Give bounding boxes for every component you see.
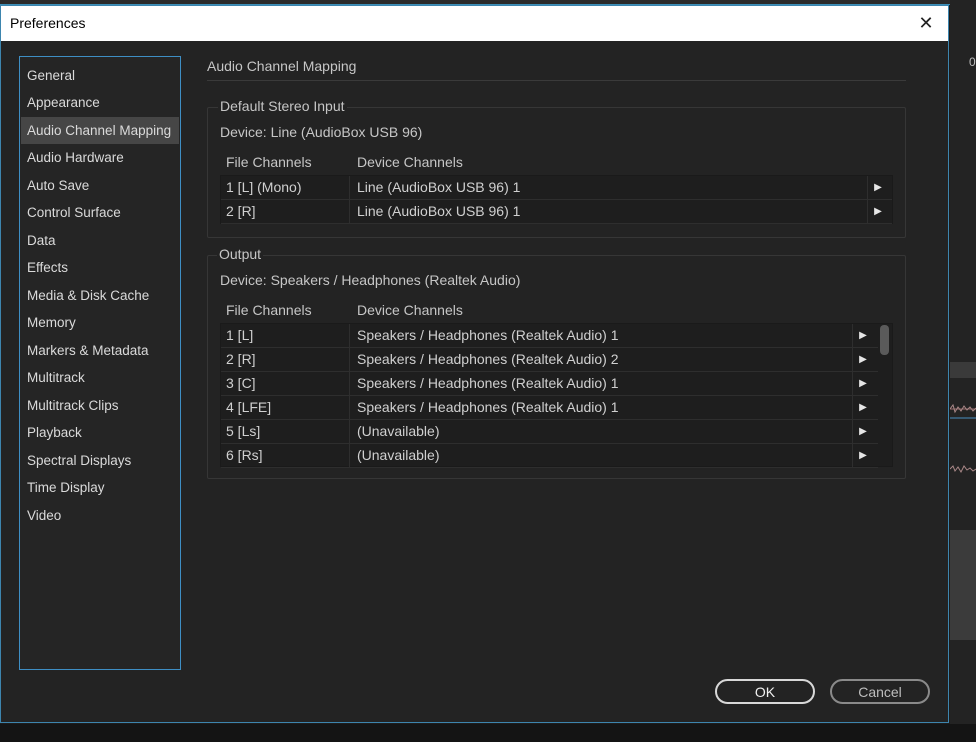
- background-waveform: [950, 403, 976, 419]
- background-panel: [950, 530, 976, 640]
- close-button[interactable]: ✕: [904, 6, 948, 41]
- column-divider: [852, 324, 853, 347]
- nav-item-auto-save[interactable]: Auto Save: [20, 172, 180, 199]
- title-bar: Preferences ✕: [1, 6, 948, 41]
- input-group-legend: Default Stereo Input: [218, 98, 347, 114]
- device-channel-cell: Line (AudioBox USB 96) 1: [357, 179, 521, 195]
- play-right-icon[interactable]: ▶: [869, 176, 887, 199]
- nav-item-media-disk-cache[interactable]: Media & Disk Cache: [20, 282, 180, 309]
- device-channel-cell: (Unavailable): [357, 447, 440, 463]
- device-channel-cell: Speakers / Headphones (Realtek Audio) 1: [357, 399, 619, 415]
- output-table-scrollbar[interactable]: [880, 325, 889, 355]
- nav-item-memory[interactable]: Memory: [20, 309, 180, 336]
- background-waveform: [950, 465, 976, 474]
- output-group-legend: Output: [217, 246, 264, 262]
- close-icon: ✕: [918, 13, 934, 33]
- mapping-row[interactable]: 2 [R] Speakers / Headphones (Realtek Audi…: [221, 348, 878, 372]
- column-divider: [852, 348, 853, 371]
- file-channel-cell: 5 [Ls]: [226, 423, 261, 439]
- device-channel-cell: Speakers / Headphones (Realtek Audio) 2: [357, 351, 619, 367]
- device-channel-cell: Line (AudioBox USB 96) 1: [357, 203, 521, 219]
- nav-item-control-surface[interactable]: Control Surface: [20, 199, 180, 226]
- nav-item-playback[interactable]: Playback: [20, 419, 180, 446]
- background-strip: [950, 362, 976, 378]
- play-right-icon[interactable]: ▶: [854, 324, 872, 347]
- background-digit: 0: [969, 55, 976, 69]
- column-divider: [852, 396, 853, 419]
- output-col-device-channels: Device Channels: [357, 302, 463, 318]
- column-divider: [349, 372, 350, 395]
- nav-item-appearance[interactable]: Appearance: [20, 89, 180, 116]
- mapping-row[interactable]: 4 [LFE] Speakers / Headphones (Realtek Au…: [221, 396, 878, 420]
- input-mapping-table: 1 [L] (Mono) Line (AudioBox USB 96) 1 ▶ 2 […: [220, 175, 893, 224]
- column-divider: [852, 420, 853, 443]
- nav-item-data[interactable]: Data: [20, 227, 180, 254]
- mapping-row[interactable]: 3 [C] Speakers / Headphones (Realtek Audi…: [221, 372, 878, 396]
- cancel-button[interactable]: Cancel: [830, 679, 930, 704]
- play-right-icon[interactable]: ▶: [869, 200, 887, 223]
- nav-item-effects[interactable]: Effects: [20, 254, 180, 281]
- column-divider: [349, 396, 350, 419]
- nav-item-video[interactable]: Video: [20, 502, 180, 529]
- play-right-icon[interactable]: ▶: [854, 348, 872, 371]
- device-channel-cell: Speakers / Headphones (Realtek Audio) 1: [357, 375, 619, 391]
- column-divider: [349, 200, 350, 223]
- play-right-icon[interactable]: ▶: [854, 420, 872, 443]
- mapping-row[interactable]: 6 [Rs] (Unavailable) ▶: [221, 444, 878, 468]
- play-right-icon[interactable]: ▶: [854, 396, 872, 419]
- column-divider: [852, 372, 853, 395]
- output-mapping-table: 1 [L] Speakers / Headphones (Realtek Audi…: [220, 323, 893, 468]
- nav-item-general[interactable]: General: [20, 62, 180, 89]
- page-title: Audio Channel Mapping: [207, 58, 357, 74]
- window-title: Preferences: [10, 15, 86, 31]
- file-channel-cell: 2 [R]: [226, 203, 256, 219]
- preferences-category-list: General Appearance Audio Channel Mapping Au…: [19, 56, 181, 670]
- nav-item-multitrack-clips[interactable]: Multitrack Clips: [20, 392, 180, 419]
- file-channel-cell: 1 [L]: [226, 327, 254, 343]
- mapping-row[interactable]: 1 [L] Speakers / Headphones (Realtek Audi…: [221, 324, 878, 348]
- mapping-row[interactable]: 1 [L] (Mono) Line (AudioBox USB 96) 1 ▶: [221, 176, 892, 200]
- mapping-row[interactable]: 2 [R] Line (AudioBox USB 96) 1 ▶: [221, 200, 892, 224]
- nav-item-spectral-displays[interactable]: Spectral Displays: [20, 447, 180, 474]
- column-divider: [349, 176, 350, 199]
- nav-item-multitrack[interactable]: Multitrack: [20, 364, 180, 391]
- device-channel-cell: Speakers / Headphones (Realtek Audio) 1: [357, 327, 619, 343]
- nav-item-markers-metadata[interactable]: Markers & Metadata: [20, 337, 180, 364]
- play-right-icon[interactable]: ▶: [854, 372, 872, 395]
- file-channel-cell: 6 [Rs]: [226, 447, 263, 463]
- output-device-label: Device: Speakers / Headphones (Realtek A…: [220, 272, 521, 288]
- ok-button[interactable]: OK: [715, 679, 815, 704]
- input-device-label: Device: Line (AudioBox USB 96): [220, 124, 423, 140]
- column-divider: [349, 444, 350, 467]
- nav-item-audio-channel-mapping[interactable]: Audio Channel Mapping: [21, 117, 179, 144]
- nav-item-time-display[interactable]: Time Display: [20, 474, 180, 501]
- file-channel-cell: 4 [LFE]: [226, 399, 272, 415]
- title-divider: [207, 80, 906, 81]
- input-col-device-channels: Device Channels: [357, 154, 463, 170]
- background-app-bottom: [0, 724, 976, 742]
- file-channel-cell: 1 [L] (Mono): [226, 179, 302, 195]
- play-right-icon[interactable]: ▶: [854, 444, 872, 467]
- file-channel-cell: 3 [C]: [226, 375, 256, 391]
- column-divider: [349, 420, 350, 443]
- column-divider: [867, 176, 868, 199]
- input-col-file-channels: File Channels: [226, 154, 312, 170]
- column-divider: [867, 200, 868, 223]
- column-divider: [852, 444, 853, 467]
- column-divider: [349, 348, 350, 371]
- column-divider: [349, 324, 350, 347]
- mapping-row[interactable]: 5 [Ls] (Unavailable) ▶: [221, 420, 878, 444]
- device-channel-cell: (Unavailable): [357, 423, 440, 439]
- file-channel-cell: 2 [R]: [226, 351, 256, 367]
- nav-item-audio-hardware[interactable]: Audio Hardware: [20, 144, 180, 171]
- output-col-file-channels: File Channels: [226, 302, 312, 318]
